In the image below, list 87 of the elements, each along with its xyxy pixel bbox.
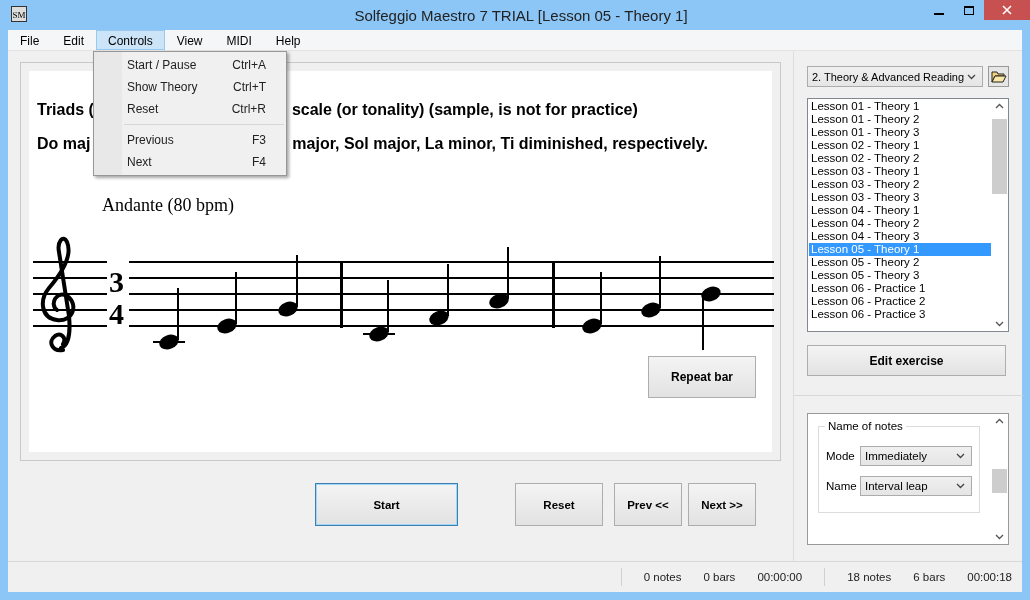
lesson-item[interactable]: Lesson 05 - Theory 3 [809,269,991,282]
theory-text: major, Sol major, La minor, Ti diminished, respectively. [292,135,708,154]
lesson-item[interactable]: Lesson 06 - Practice 3 [809,308,991,321]
chevron-icon [967,73,976,80]
time-signature-bottom: 4 [109,297,124,330]
edit-exercise-button[interactable]: Edit exercise [807,345,1006,376]
lesson-item[interactable]: Lesson 02 - Theory 1 [809,139,991,152]
status-text: 0 notes [643,571,682,583]
status-text: 6 bars [913,571,946,583]
menu-item[interactable]: Edit [51,30,97,50]
menu-item[interactable]: MIDI [214,30,264,50]
chevron-icon [956,483,965,489]
repeat-bar-button[interactable]: Repeat bar [648,356,756,398]
status-text: 18 notes [847,571,892,583]
app-icon: SM [11,6,27,22]
minimize-icon [934,13,944,15]
setting-dropdown[interactable]: Immediately [860,446,972,466]
option-label: Previous [127,132,174,149]
quarter-note [582,272,602,334]
lesson-item[interactable]: Lesson 03 - Theory 1 [809,165,991,178]
lesson-item[interactable]: Lesson 03 - Theory 2 [809,178,991,191]
theory-text: scale (or tonality) (sample, is not for practice) [291,101,638,120]
field-label: Mode [826,450,856,462]
menu-item[interactable]: File [8,30,52,50]
time-signature-top: 3 [109,265,124,298]
close-icon [1002,5,1012,15]
folder-icon [990,70,1007,83]
setting-dropdown[interactable]: Interval leap [860,476,972,496]
menu-item[interactable]: View [164,30,215,50]
menu-option[interactable]: Show Theory Ctrl+T [94,76,286,98]
menu-option[interactable]: Reset Ctrl+R [94,98,286,120]
shortcut-text: Ctrl+A [232,57,266,74]
window-title: Solfeggio Maestro 7 TRIAL [Lesson 05 - Theory 1] [353,6,689,24]
theory-text: Triads ( [37,101,94,120]
quarter-note [363,280,395,342]
action-button[interactable]: Prev << [614,483,682,526]
quarter-note [701,286,721,350]
shortcut-text: F4 [252,154,266,171]
group-title: Name of notes [825,420,906,432]
menu-item[interactable]: Controls [96,30,165,50]
quarter-note [489,247,509,309]
lesson-item[interactable]: Lesson 02 - Theory 2 [809,152,991,165]
scroll-thumb[interactable] [992,469,1007,493]
lesson-item[interactable]: Lesson 06 - Practice 2 [809,295,991,308]
lesson-item[interactable]: Lesson 04 - Theory 3 [809,230,991,243]
option-label: Show Theory [127,79,198,96]
field-label: Name [826,480,858,492]
chevron-icon [956,453,965,459]
scroll-thumb[interactable] [992,119,1007,194]
scroll-down-icon [995,321,1004,327]
theory-text: Do maj [37,135,91,154]
menu-option[interactable]: Previous F3 [94,129,286,151]
lesson-item[interactable]: Lesson 06 - Practice 1 [809,282,991,295]
menu-option[interactable]: Next F4 [94,151,286,173]
status-text: 00:00:00 [757,571,803,583]
lesson-item[interactable]: Lesson 01 - Theory 1 [809,100,991,113]
shortcut-text: Ctrl+R [231,101,266,118]
quarter-note [641,256,661,318]
shortcut-text: Ctrl+T [233,79,266,96]
menu-item[interactable]: Help [263,30,313,50]
action-button[interactable]: Start [315,483,458,526]
open-folder-button[interactable] [988,66,1009,87]
action-button[interactable]: Next >> [688,483,756,526]
status-text: 0 bars [703,571,736,583]
lesson-item[interactable]: Lesson 03 - Theory 3 [809,191,991,204]
lesson-item[interactable]: Lesson 04 - Theory 1 [809,204,991,217]
action-button[interactable]: Reset [515,483,603,526]
scroll-up-icon [995,103,1004,109]
shortcut-text: F3 [252,132,266,149]
option-label: Start / Pause [127,57,197,74]
tempo-marking: Andante (80 bpm) [102,195,235,216]
option-label: Next [127,154,152,171]
menu-option[interactable]: Start / Pause Ctrl+A [94,54,286,76]
status-text: 00:00:18 [967,571,1012,583]
quarter-note [217,272,237,334]
maximize-icon [964,5,974,15]
scroll-up-icon [995,418,1004,424]
quarter-note [278,255,298,317]
lesson-item[interactable]: Lesson 01 - Theory 2 [809,113,991,126]
quarter-note [429,264,449,326]
lesson-item[interactable]: Lesson 01 - Theory 3 [809,126,991,139]
lesson-item[interactable]: Lesson 05 - Theory 2 [809,256,991,269]
option-label: Reset [127,101,159,118]
quarter-note [153,288,185,350]
lesson-item[interactable]: Lesson 04 - Theory 2 [809,217,991,230]
category-dropdown[interactable]: 2. Theory & Advanced Reading [807,66,983,87]
scroll-down-icon [995,534,1004,540]
